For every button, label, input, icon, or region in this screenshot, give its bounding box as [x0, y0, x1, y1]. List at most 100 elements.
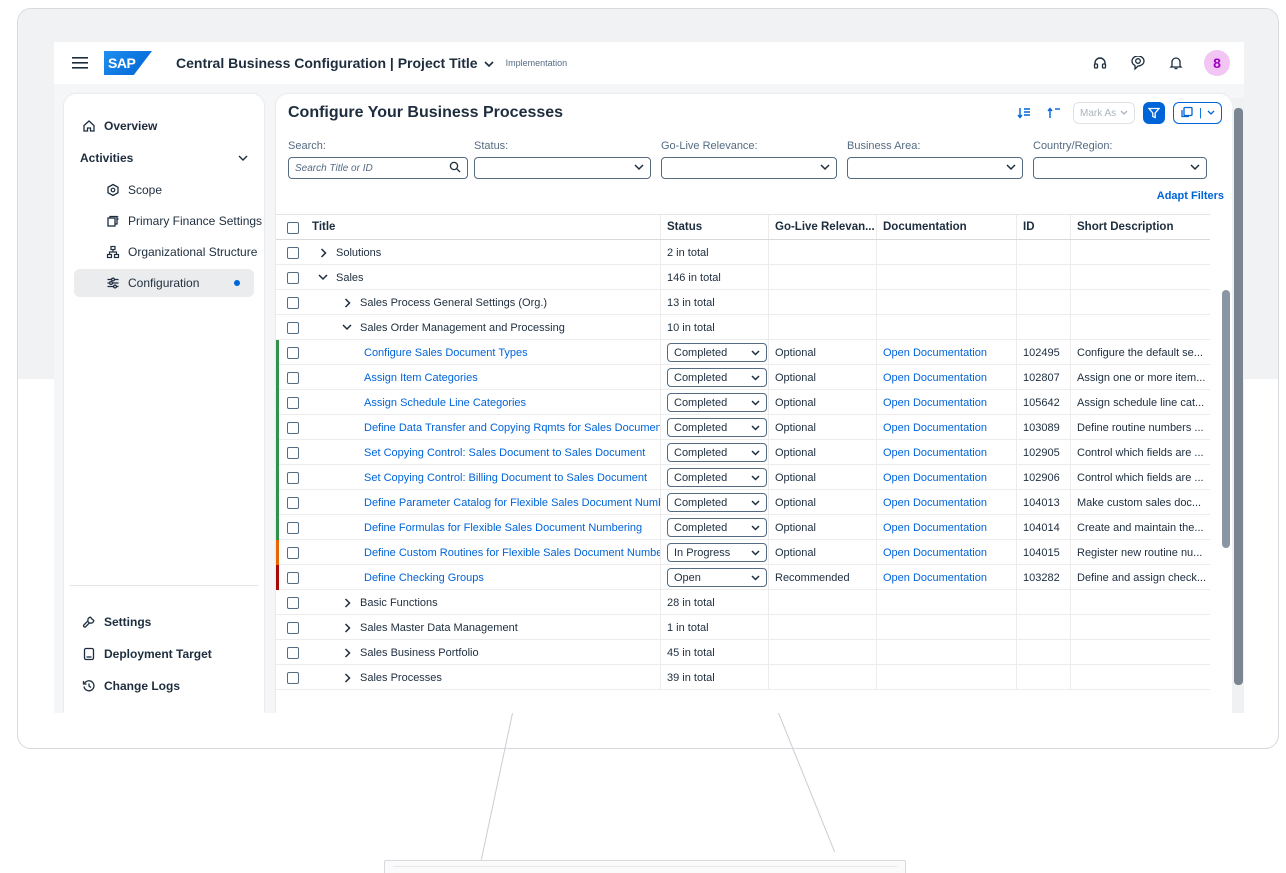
row-title[interactable]: Assign Schedule Line Categories [364, 397, 526, 409]
row-checkbox[interactable] [287, 597, 299, 609]
select-all-checkbox[interactable] [287, 222, 299, 234]
nav-scope[interactable]: Scope [64, 176, 264, 204]
table-row[interactable]: Set Copying Control: Sales Document to S… [276, 440, 1210, 465]
row-title[interactable]: Define Data Transfer and Copying Rqmts f… [364, 422, 660, 434]
headset-icon[interactable] [1090, 51, 1110, 75]
row-title[interactable]: Set Copying Control: Sales Document to S… [364, 447, 645, 459]
open-documentation-link[interactable]: Open Documentation [876, 415, 1016, 440]
chevron-right-icon[interactable] [316, 247, 330, 258]
nav-overview[interactable]: Overview [64, 112, 264, 140]
chevron-down-icon[interactable] [340, 324, 354, 331]
row-checkbox[interactable] [287, 422, 299, 434]
row-checkbox[interactable] [287, 272, 299, 284]
chevron-down-icon[interactable] [316, 274, 330, 281]
open-documentation-link[interactable]: Open Documentation [876, 440, 1016, 465]
table-row[interactable]: Define Custom Routines for Flexible Sale… [276, 540, 1210, 565]
sort-ascending-icon[interactable] [1043, 102, 1065, 124]
golive-filter-select[interactable] [661, 157, 837, 179]
column-header-id[interactable]: ID [1016, 215, 1070, 239]
table-row[interactable]: Assign Schedule Line Categories Completed… [276, 390, 1210, 415]
row-title[interactable]: Set Copying Control: Billing Document to… [364, 472, 647, 484]
open-documentation-link[interactable]: Open Documentation [876, 490, 1016, 515]
row-title[interactable]: Define Custom Routines for Flexible Sale… [364, 547, 660, 559]
row-checkbox[interactable] [287, 297, 299, 309]
row-checkbox[interactable] [287, 447, 299, 459]
nav-change-logs[interactable]: Change Logs [64, 672, 264, 700]
sap-logo[interactable]: SAP [104, 51, 152, 75]
row-checkbox[interactable] [287, 322, 299, 334]
open-documentation-link[interactable]: Open Documentation [876, 465, 1016, 490]
status-select[interactable]: Completed [667, 443, 767, 462]
table-row[interactable]: Sales Order Management and Processing 10 … [276, 315, 1210, 340]
table-row[interactable]: Define Data Transfer and Copying Rqmts f… [276, 415, 1210, 440]
status-select[interactable]: Completed [667, 493, 767, 512]
column-header-status[interactable]: Status [660, 215, 768, 239]
table-row[interactable]: Sales 146 in total [276, 265, 1210, 290]
row-checkbox[interactable] [287, 372, 299, 384]
row-checkbox[interactable] [287, 622, 299, 634]
table-row[interactable]: Sales Processes 39 in total [276, 665, 1210, 690]
column-header-documentation[interactable]: Documentation [876, 215, 1016, 239]
chevron-right-icon[interactable] [340, 597, 354, 608]
nav-settings[interactable]: Settings [64, 608, 264, 636]
chevron-right-icon[interactable] [340, 297, 354, 308]
row-checkbox[interactable] [287, 497, 299, 509]
table-row[interactable]: Solutions 2 in total [276, 240, 1210, 265]
table-row[interactable]: Define Formulas for Flexible Sales Docum… [276, 515, 1210, 540]
hamburger-menu-icon[interactable] [70, 53, 90, 73]
column-header-title[interactable]: Title [306, 215, 660, 239]
row-checkbox[interactable] [287, 647, 299, 659]
table-row[interactable]: Sales Business Portfolio 45 in total [276, 640, 1210, 665]
status-select[interactable]: Completed [667, 518, 767, 537]
chevron-right-icon[interactable] [340, 672, 354, 683]
nav-deployment-target[interactable]: Deployment Target [64, 640, 264, 668]
open-documentation-link[interactable]: Open Documentation [876, 515, 1016, 540]
row-checkbox[interactable] [287, 547, 299, 559]
table-row[interactable]: Sales Process General Settings (Org.) 13 … [276, 290, 1210, 315]
status-select[interactable]: In Progress [667, 543, 767, 562]
status-select[interactable]: Completed [667, 343, 767, 362]
table-row[interactable]: Basic Functions 28 in total [276, 590, 1210, 615]
status-select[interactable]: Completed [667, 418, 767, 437]
row-title[interactable]: Define Checking Groups [364, 572, 484, 584]
chevron-right-icon[interactable] [340, 647, 354, 658]
status-select[interactable]: Completed [667, 368, 767, 387]
row-title[interactable]: Define Formulas for Flexible Sales Docum… [364, 522, 642, 534]
row-checkbox[interactable] [287, 347, 299, 359]
table-row[interactable]: Assign Item Categories Completed Optional O… [276, 365, 1210, 390]
row-checkbox[interactable] [287, 572, 299, 584]
status-select[interactable]: Completed [667, 468, 767, 487]
row-title[interactable]: Configure Sales Document Types [364, 347, 528, 359]
open-documentation-link[interactable]: Open Documentation [876, 340, 1016, 365]
row-checkbox[interactable] [287, 247, 299, 259]
status-filter-select[interactable] [474, 157, 651, 179]
chevron-right-icon[interactable] [340, 622, 354, 633]
status-select[interactable]: Open [667, 568, 767, 587]
adapt-filters-link[interactable]: Adapt Filters [1157, 190, 1224, 202]
nav-activities[interactable]: Activities [64, 144, 264, 172]
row-checkbox[interactable] [287, 472, 299, 484]
search-input[interactable]: Search Title or ID [288, 157, 468, 179]
table-settings-button[interactable]: | [1173, 102, 1222, 124]
sort-descending-icon[interactable] [1013, 102, 1035, 124]
open-documentation-link[interactable]: Open Documentation [876, 565, 1016, 590]
project-title[interactable]: Central Business Configuration | Project… [176, 55, 494, 71]
column-header-short-description[interactable]: Short Description [1070, 215, 1210, 239]
row-title[interactable]: Assign Item Categories [364, 372, 478, 384]
table-row[interactable]: Set Copying Control: Billing Document to… [276, 465, 1210, 490]
business-area-filter-select[interactable] [847, 157, 1023, 179]
table-row[interactable]: Define Checking Groups Open Recommended Ope… [276, 565, 1210, 590]
feedback-icon[interactable] [1128, 51, 1148, 75]
nav-primary-finance-settings[interactable]: $ Primary Finance Settings [64, 207, 264, 235]
open-documentation-link[interactable]: Open Documentation [876, 365, 1016, 390]
open-documentation-link[interactable]: Open Documentation [876, 390, 1016, 415]
table-row[interactable]: Define Parameter Catalog for Flexible Sa… [276, 490, 1210, 515]
row-checkbox[interactable] [287, 397, 299, 409]
bell-icon[interactable] [1166, 51, 1186, 75]
country-filter-select[interactable] [1033, 157, 1207, 179]
mark-as-button[interactable]: Mark As [1073, 102, 1136, 124]
nav-configuration[interactable]: Configuration [74, 269, 254, 297]
user-avatar[interactable]: 8 [1204, 50, 1230, 76]
status-select[interactable]: Completed [667, 393, 767, 412]
page-scrollbar-thumb[interactable] [1234, 108, 1243, 685]
